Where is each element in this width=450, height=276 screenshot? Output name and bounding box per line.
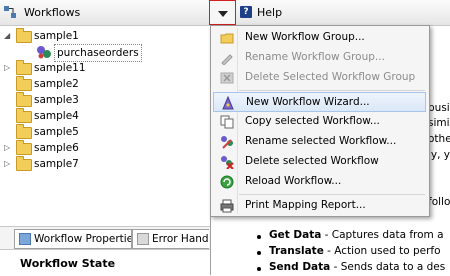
folder-icon: [220, 33, 234, 44]
menu-item-delete-workflow[interactable]: Delete selected Workflow: [213, 152, 426, 172]
menu-item-new-workflow-wizard[interactable]: New Workflow Wizard...: [213, 92, 426, 112]
help-text-line: busi: [428, 102, 450, 114]
copy-icon: [220, 115, 234, 129]
folder-icon: [16, 60, 32, 75]
workflows-panel-header: Workflows: [0, 0, 210, 26]
expand-arrow-icon[interactable]: ▷: [4, 156, 14, 172]
help-bullet: Send Data - Sends data to a des: [269, 261, 446, 273]
dropdown-arrow-icon: [218, 11, 228, 17]
folder-icon: [16, 156, 32, 171]
menu-separator: [239, 90, 425, 91]
help-bullet: Translate - Action used to perfo: [269, 245, 441, 257]
menu-item-new-workflow-group[interactable]: New Workflow Group...: [213, 28, 426, 48]
delete-workflow-icon: [221, 156, 234, 169]
help-text-line: follo: [428, 196, 450, 208]
expand-arrow-icon[interactable]: ▷: [4, 60, 14, 76]
workflows-title: Workflows: [24, 6, 81, 19]
menu-item-rename-workflow[interactable]: Rename selected Workflow...: [213, 132, 426, 152]
folder-icon: [16, 76, 32, 91]
help-icon: ?: [240, 6, 252, 18]
tab-error-handling[interactable]: Error Hand: [132, 229, 209, 249]
dropdown-menu-button[interactable]: [209, 0, 236, 25]
properties-icon: [19, 233, 31, 245]
reload-icon: [220, 175, 234, 189]
collapse-arrow-icon[interactable]: ◢: [4, 28, 14, 44]
folder-icon: [16, 28, 32, 43]
help-title: Help: [257, 6, 283, 19]
delete-icon: [220, 72, 234, 84]
menu-item-reload-workflow[interactable]: Reload Workflow...: [213, 172, 426, 192]
wizard-icon: [222, 96, 234, 110]
bullet: [257, 251, 261, 255]
printer-icon: [220, 199, 234, 213]
folder-icon: [16, 140, 32, 155]
workflow-context-menu: New Workflow Group... Rename Workflow Gr…: [210, 25, 430, 217]
help-text-line: ly, y: [428, 149, 450, 161]
workflow-icon: [37, 46, 51, 59]
help-text-line: othe: [428, 133, 450, 145]
bullet: [257, 235, 261, 239]
menu-item-rename-workflow-group[interactable]: Rename Workflow Group...: [213, 48, 426, 68]
workflow-tree: ◢ sample1 purchaseorders ▷ sample11 samp…: [0, 26, 210, 216]
folder-icon: [16, 92, 32, 107]
rename-icon: [221, 54, 233, 65]
tab-workflow-properties[interactable]: Workflow Properties: [14, 229, 132, 249]
rename-workflow-icon: [221, 136, 233, 149]
bullet: [257, 267, 261, 271]
help-text-line: simil: [428, 117, 450, 129]
error-icon: [137, 233, 149, 245]
menu-separator: [239, 194, 425, 195]
folder-icon: [16, 124, 32, 139]
help-bullet: Get Data - Captures data from a: [269, 229, 444, 241]
workflow-state-header: Workflow State: [0, 249, 210, 276]
menu-item-print-mapping-report[interactable]: Print Mapping Report...: [213, 196, 426, 216]
menu-item-delete-workflow-group[interactable]: Delete Selected Workflow Group: [213, 68, 426, 88]
workflows-icon: [4, 6, 16, 18]
expand-arrow-icon[interactable]: ▷: [4, 140, 14, 156]
menu-item-copy-workflow[interactable]: Copy selected Workflow...: [213, 112, 426, 132]
bottom-tabs: Workflow Properties Error Hand: [0, 226, 210, 249]
workflows-panel: Workflows ◢ sample1 purchaseorders ▷ sam…: [0, 0, 211, 276]
folder-icon: [16, 108, 32, 123]
